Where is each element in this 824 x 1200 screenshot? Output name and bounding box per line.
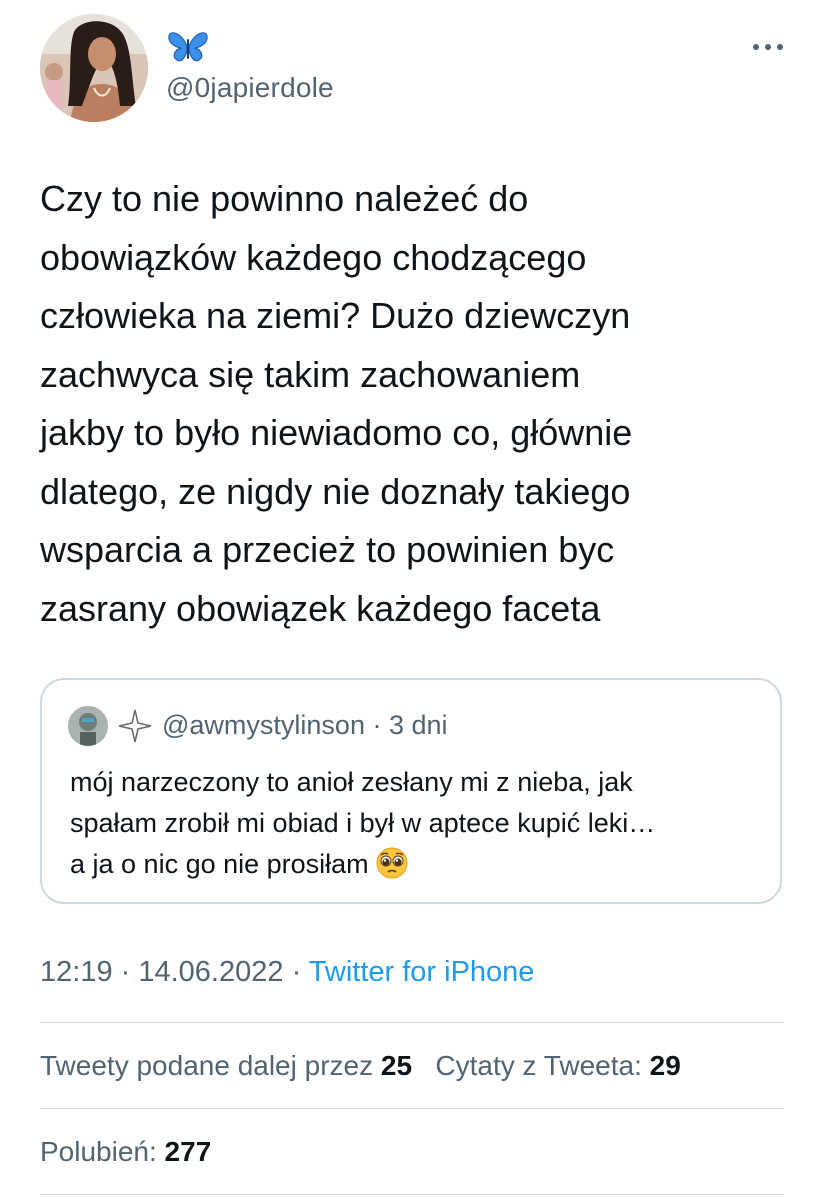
butterfly-icon[interactable] [166,30,210,64]
likes-stat[interactable]: Polubień: 277 [40,1136,211,1167]
quotes-count: 29 [649,1050,681,1081]
tweet-source-link[interactable]: Twitter for iPhone [309,956,535,988]
likes-count: 277 [164,1136,212,1167]
separator-dot: · [283,956,309,988]
divider [40,1022,784,1023]
quoted-tweet-card[interactable]: @awmystylinson · 3 dni mój narzeczony to… [40,678,782,904]
more-options-icon[interactable] [750,34,786,60]
retweets-count: 25 [380,1050,413,1081]
divider [40,1194,784,1195]
likes-stats-row: Polubień: 277 [40,1136,211,1168]
quoted-tweet-header: @awmystylinson · 3 dni [162,710,448,741]
quoted-text-line: mój narzeczony to anioł zesłany mi z nie… [70,767,633,797]
retweets-stat[interactable]: Tweety podane dalej przez 25 [40,1050,412,1081]
quoted-tweet-text: mój narzeczony to anioł zesłany mi z nie… [70,762,770,885]
divider [40,1108,784,1109]
separator-dot: · [112,956,139,988]
quoted-tweet-time[interactable]: 3 dni [389,710,448,740]
tweet-time[interactable]: 12:19 [40,956,113,988]
pleading-face-emoji-icon [375,846,409,880]
separator-dot: · [364,710,389,740]
author-avatar[interactable] [40,14,148,122]
tweet-text: Czy to nie powinno należeć do obowiązków… [40,178,633,629]
author-handle[interactable]: @0japierdole [166,72,334,104]
quotes-stat[interactable]: Cytaty z Tweeta: 29 [435,1050,680,1081]
quoted-author-avatar[interactable] [68,706,108,746]
quoted-text-line: spałam zrobił mi obiad i był w aptece ku… [70,808,656,838]
quoted-text-line-last: a ja o nic go nie prosiłam [70,844,770,885]
quotes-label: Cytaty z Tweeta: [435,1050,650,1081]
tweet-date[interactable]: 14.06.2022 [138,956,283,988]
likes-label: Polubień: [40,1136,165,1167]
engagement-stats-row: Tweety podane dalej przez 25 Cytaty z Tw… [40,1050,681,1082]
quoted-text-line-content: a ja o nic go nie prosiłam [70,849,369,879]
quoted-author-handle[interactable]: @awmystylinson [162,710,365,740]
retweets-label: Tweety podane dalej przez [40,1050,381,1081]
tweet-meta: 12:19 · 14.06.2022 · Twitter for iPhone [40,956,534,989]
avatar-photo [40,14,148,122]
sparkle-icon [117,708,153,744]
